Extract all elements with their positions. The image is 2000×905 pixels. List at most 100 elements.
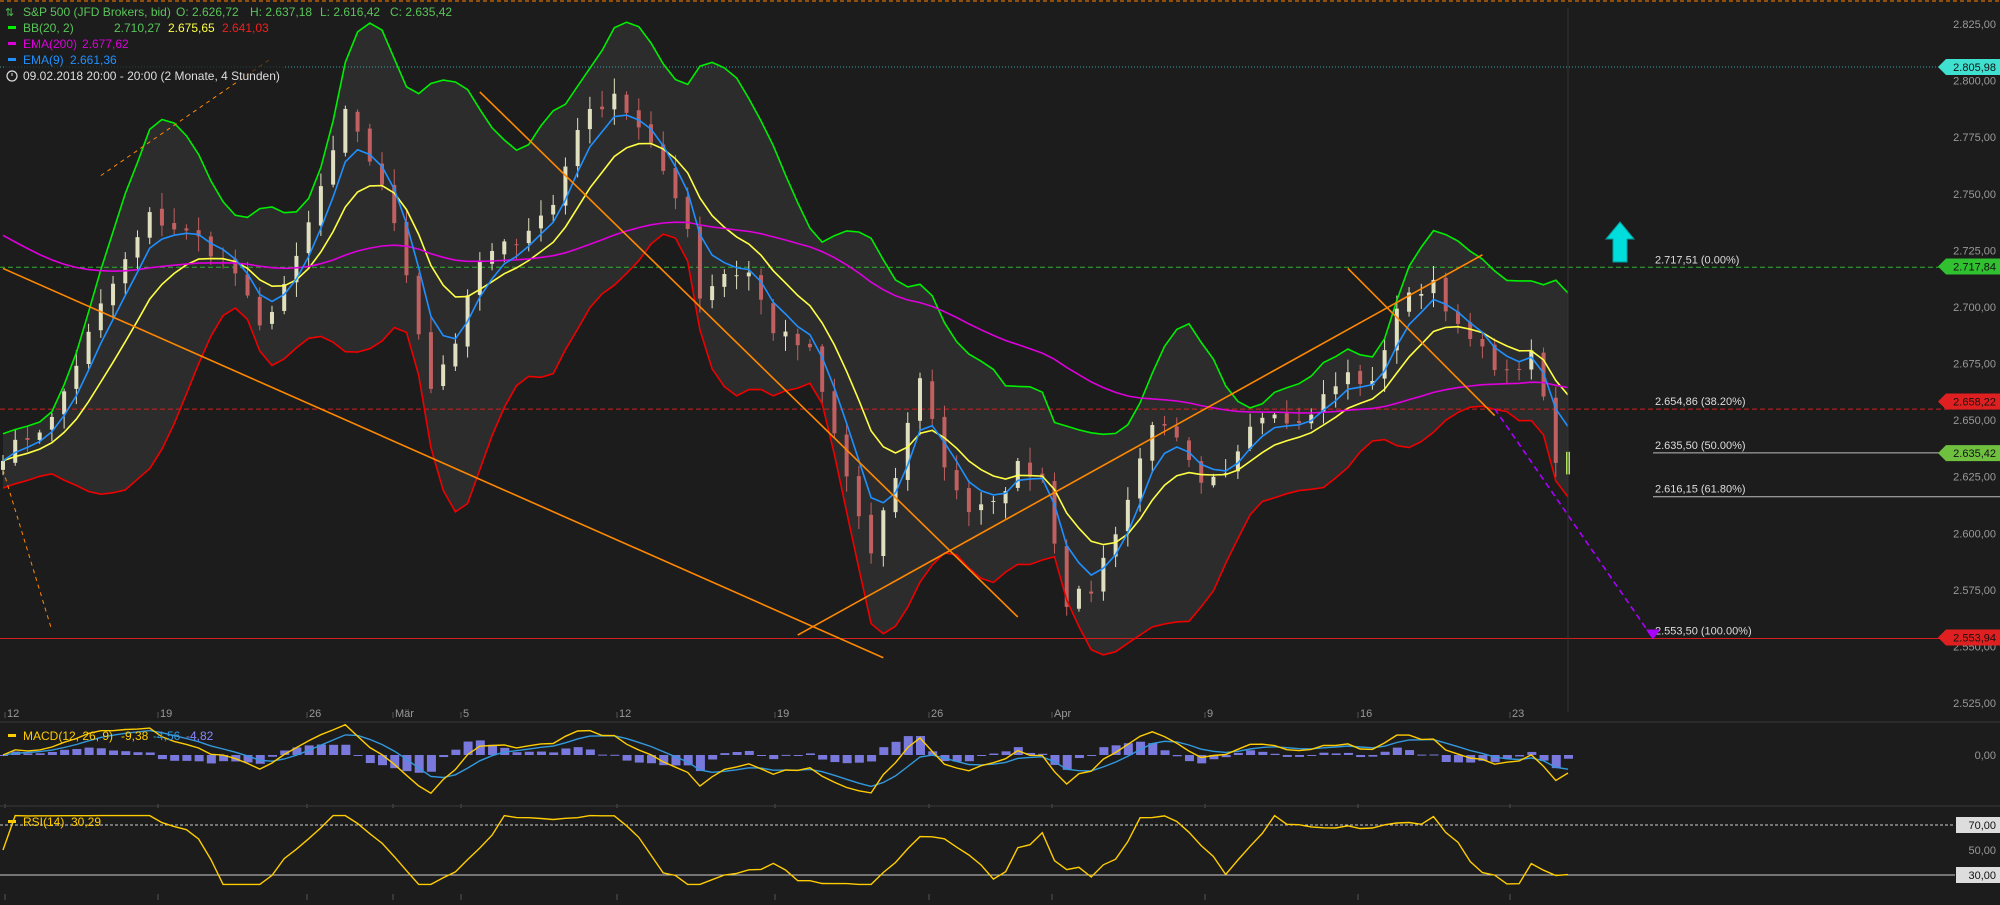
candle-body: [746, 272, 751, 277]
macd-histogram-bar: [1233, 752, 1243, 755]
y-tick-label: 2.750,00: [1953, 189, 1996, 201]
macd-histogram-bar: [1307, 755, 1317, 756]
macd-histogram-bar: [206, 755, 216, 764]
candle-body: [490, 250, 495, 264]
fib-level-label: 2.553,50 (100.00%): [1655, 625, 1752, 637]
macd-histogram-bar: [879, 747, 889, 755]
macd-histogram-bar: [1392, 747, 1402, 755]
ema9-legend-label: EMA(9): [23, 53, 64, 67]
x-tick-label: Apr: [1054, 708, 1071, 720]
macd-histogram-bar: [1515, 755, 1525, 757]
candle-body: [428, 332, 433, 389]
bb-legend-label: BB(20, 2): [23, 21, 74, 35]
candle-body: [1015, 461, 1020, 488]
macd-histogram-bar: [830, 755, 840, 763]
macd-histogram-bar: [622, 755, 632, 761]
candle-body: [1, 460, 5, 470]
candle-body: [783, 331, 788, 337]
macd-histogram-bar: [524, 751, 534, 755]
macd-histogram-bar: [1087, 755, 1097, 756]
ema9-legend-value: 2.661,36: [70, 53, 117, 67]
macd-histogram-bar: [585, 749, 595, 755]
macd-legend-swatch: [8, 734, 16, 737]
candle-body: [514, 244, 519, 246]
candle-body: [1382, 350, 1387, 379]
x-tick-label: 26: [309, 708, 321, 720]
macd-histogram-bar: [989, 753, 999, 755]
candle-body: [282, 284, 287, 311]
rsi-legend-swatch: [8, 820, 16, 823]
candle-body: [1480, 339, 1485, 347]
rsi-legend-label: RSI(14): [23, 815, 64, 829]
macd-histogram-bar: [634, 755, 644, 763]
macd-y-tick-label: 0,00: [1975, 750, 1996, 762]
candle-body: [685, 196, 690, 229]
macd-histogram-bar: [867, 755, 877, 762]
candle-body: [1089, 591, 1094, 594]
macd-histogram-bar: [47, 751, 57, 755]
candle-body: [1284, 412, 1289, 424]
macd-histogram-bar: [598, 754, 608, 756]
candle-body: [538, 215, 543, 229]
macd-histogram-bar: [353, 755, 363, 756]
macd-histogram-bar: [170, 755, 180, 761]
macd-histogram-bar: [96, 748, 106, 755]
macd-histogram-bar: [1405, 750, 1415, 755]
macd-histogram-bar: [329, 744, 339, 755]
macd-histogram-bar: [341, 744, 351, 755]
macd-histogram-bar: [1123, 743, 1133, 755]
candle-body: [1101, 557, 1106, 592]
macd-histogram-bar: [1319, 752, 1329, 755]
y-tick-label: 2.625,00: [1953, 472, 1996, 484]
candle-body: [600, 106, 605, 110]
ema200-legend-swatch: [8, 42, 16, 45]
chart-canvas[interactable]: 2.717,51 (0.00%) 2.654,86 (38.20%) 2.635,5…: [0, 0, 2000, 900]
macd-histogram-bar: [121, 751, 131, 755]
candle-body: [612, 93, 617, 110]
candle-body: [881, 510, 886, 557]
price-tag-label: 2.717,84: [1953, 262, 1996, 274]
macd-histogram-bar: [1417, 754, 1427, 756]
y-tick-label: 2.650,00: [1953, 415, 1996, 427]
candle-body: [795, 333, 800, 346]
candle-body: [98, 303, 103, 331]
candle-body: [1174, 426, 1179, 438]
macd-histogram-bar: [35, 753, 45, 755]
rsi-y-tick-label: 50,00: [1968, 845, 1996, 857]
bb-legend-lower: 2.641,03: [222, 21, 269, 35]
candle-body: [905, 422, 910, 480]
rsi-legend-value: 30,29: [71, 815, 101, 829]
macd-histogram-bar: [1380, 751, 1390, 755]
candle-body: [673, 168, 678, 199]
macd-histogram-bar: [72, 749, 82, 755]
candle-body: [954, 470, 959, 491]
y-tick-label: 2.575,00: [1953, 585, 1996, 597]
macd-histogram-bar: [1429, 754, 1439, 756]
macd-histogram-bar: [512, 752, 522, 755]
macd-histogram-bar: [426, 755, 436, 772]
y-tick-label: 2.700,00: [1953, 302, 1996, 314]
ema200-legend-value: 2.677,62: [82, 37, 129, 51]
candle-body: [832, 391, 837, 434]
macd-histogram-bar: [854, 755, 864, 763]
macd-histogram-bar: [23, 753, 33, 755]
macd-histogram-bar: [1356, 755, 1366, 758]
y-tick-label: 2.825,00: [1953, 19, 1996, 31]
macd-histogram-bar: [145, 752, 155, 755]
rsi-y-tick-label: 30,00: [1968, 870, 1996, 882]
candle-body: [1419, 293, 1424, 296]
candle-body: [355, 111, 360, 132]
symbol-label: S&P 500 (JFD Brokers, bid): [23, 5, 171, 19]
ohlc-open: O: 2.626,72: [176, 5, 239, 19]
macd-histogram-bar: [463, 741, 473, 755]
macd-histogram-bar: [1295, 755, 1305, 757]
candle-body: [807, 343, 812, 348]
macd-histogram-bar: [1074, 755, 1084, 759]
macd-histogram-bar: [182, 755, 192, 761]
candle-body: [759, 275, 764, 300]
macd-histogram-bar: [1441, 755, 1451, 762]
candle-body: [1345, 372, 1350, 385]
symbol-icon: ⇅: [5, 7, 14, 19]
macd-histogram-bar: [1331, 753, 1341, 755]
ohlc-close: C: 2.635,42: [390, 5, 452, 19]
